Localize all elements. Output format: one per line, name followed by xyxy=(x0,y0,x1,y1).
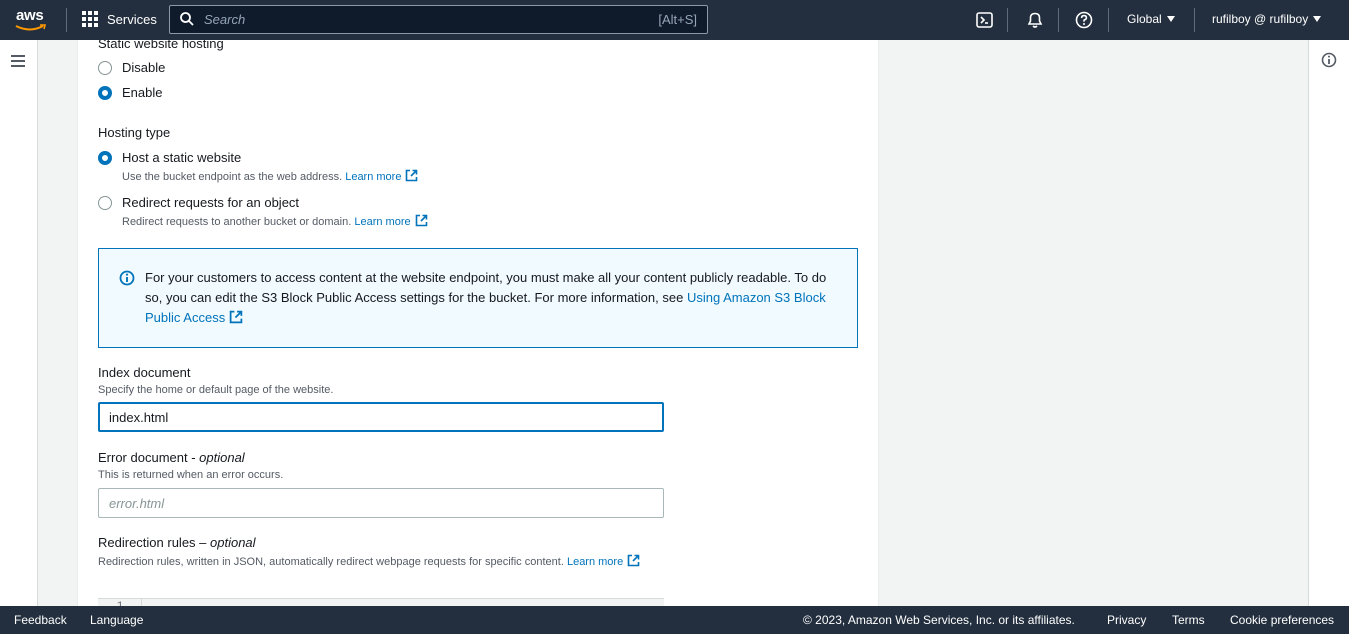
left-rail xyxy=(0,40,38,606)
menu-icon[interactable] xyxy=(11,55,25,67)
search-icon xyxy=(180,12,194,26)
external-link-icon xyxy=(229,310,243,324)
services-label: Services xyxy=(107,11,157,27)
content-background xyxy=(879,40,1308,606)
chevron-down-icon xyxy=(1166,16,1175,22)
right-rail xyxy=(1308,40,1349,606)
cloudshell-icon[interactable] xyxy=(975,10,995,30)
search-box[interactable]: [Alt+S] xyxy=(169,5,708,34)
services-grid-icon xyxy=(82,11,98,27)
learn-more-link[interactable]: Learn more xyxy=(567,556,623,568)
nav-divider xyxy=(1058,8,1059,32)
top-navigation: aws Services [Alt+S] Global xyxy=(0,0,1349,40)
radio-enable-label[interactable]: Enable xyxy=(122,85,162,100)
aws-logo[interactable]: aws xyxy=(15,7,49,33)
privacy-link[interactable]: Privacy xyxy=(1107,613,1146,627)
search-input[interactable] xyxy=(204,9,604,30)
radio-redirect-label[interactable]: Redirect requests for an object xyxy=(122,195,299,210)
nav-divider xyxy=(66,8,67,32)
redirect-desc: Redirect requests to another bucket or d… xyxy=(122,214,428,228)
cookie-preferences-link[interactable]: Cookie preferences xyxy=(1230,613,1334,627)
footer: Feedback Language © 2023, Amazon Web Ser… xyxy=(0,606,1349,634)
radio-disable[interactable] xyxy=(98,61,112,75)
index-document-desc: Specify the home or default page of the … xyxy=(98,384,334,396)
host-static-desc: Use the bucket endpoint as the web addre… xyxy=(122,169,418,183)
aws-logo-text: aws xyxy=(16,7,44,24)
radio-disable-label[interactable]: Disable xyxy=(122,60,165,75)
content-gutter xyxy=(38,40,77,606)
redirection-rules-editor[interactable]: 1 xyxy=(98,598,664,606)
info-icon xyxy=(119,270,135,286)
region-label: Global xyxy=(1127,12,1162,26)
radio-host-static-website[interactable] xyxy=(98,151,112,165)
error-document-input[interactable] xyxy=(98,488,664,518)
redirection-rules-label-text: Redirection rules – xyxy=(98,535,210,550)
static-hosting-label: Static website hosting xyxy=(98,40,224,51)
hosting-type-label: Hosting type xyxy=(98,125,171,140)
optional-tag: optional xyxy=(210,535,256,550)
radio-enable[interactable] xyxy=(98,86,112,100)
edit-static-hosting-panel: Static website hosting Disable Enable Ho… xyxy=(77,40,879,606)
learn-more-link[interactable]: Learn more xyxy=(345,171,401,183)
redirection-rules-desc-text: Redirection rules, written in JSON, auto… xyxy=(98,556,564,568)
info-alert: For your customers to access content at … xyxy=(98,248,858,348)
aws-smile-icon xyxy=(15,24,47,31)
search-shortcut: [Alt+S] xyxy=(658,12,697,27)
external-link-icon xyxy=(406,169,418,182)
nav-divider xyxy=(1007,8,1008,32)
language-selector[interactable]: Language xyxy=(90,613,143,627)
error-document-label: Error document - optional xyxy=(98,450,245,465)
terms-link[interactable]: Terms xyxy=(1172,613,1205,627)
feedback-link[interactable]: Feedback xyxy=(14,613,67,627)
nav-divider xyxy=(1194,8,1195,32)
redirect-desc-text: Redirect requests to another bucket or d… xyxy=(122,216,352,228)
index-document-label: Index document xyxy=(98,365,191,380)
redirection-rules-label: Redirection rules – optional xyxy=(98,535,256,550)
region-selector[interactable]: Global xyxy=(1127,12,1175,26)
account-label: rufilboy @ rufilboy xyxy=(1212,12,1309,26)
chevron-down-icon xyxy=(1313,16,1322,22)
editor-line-number: 1 xyxy=(98,599,142,606)
radio-redirect-requests[interactable] xyxy=(98,196,112,210)
index-document-input[interactable] xyxy=(98,402,664,432)
error-document-label-text: Error document - xyxy=(98,450,200,465)
notifications-icon[interactable] xyxy=(1025,10,1045,30)
host-static-desc-text: Use the bucket endpoint as the web addre… xyxy=(122,171,343,183)
learn-more-link[interactable]: Learn more xyxy=(354,216,410,228)
redirection-rules-desc: Redirection rules, written in JSON, auto… xyxy=(98,554,640,568)
copyright-text: © 2023, Amazon Web Services, Inc. or its… xyxy=(803,613,1075,627)
info-alert-text: For your customers to access content at … xyxy=(145,268,845,328)
error-document-desc: This is returned when an error occurs. xyxy=(98,469,284,481)
radio-host-static-label[interactable]: Host a static website xyxy=(122,150,241,165)
external-link-icon xyxy=(627,554,640,567)
optional-tag: optional xyxy=(199,450,245,465)
external-link-icon xyxy=(415,214,427,227)
account-menu[interactable]: rufilboy @ rufilboy xyxy=(1212,12,1322,26)
services-menu-button[interactable]: Services xyxy=(82,11,157,27)
info-panel-icon[interactable] xyxy=(1321,52,1337,68)
nav-divider xyxy=(1108,8,1109,32)
help-icon[interactable] xyxy=(1074,10,1094,30)
